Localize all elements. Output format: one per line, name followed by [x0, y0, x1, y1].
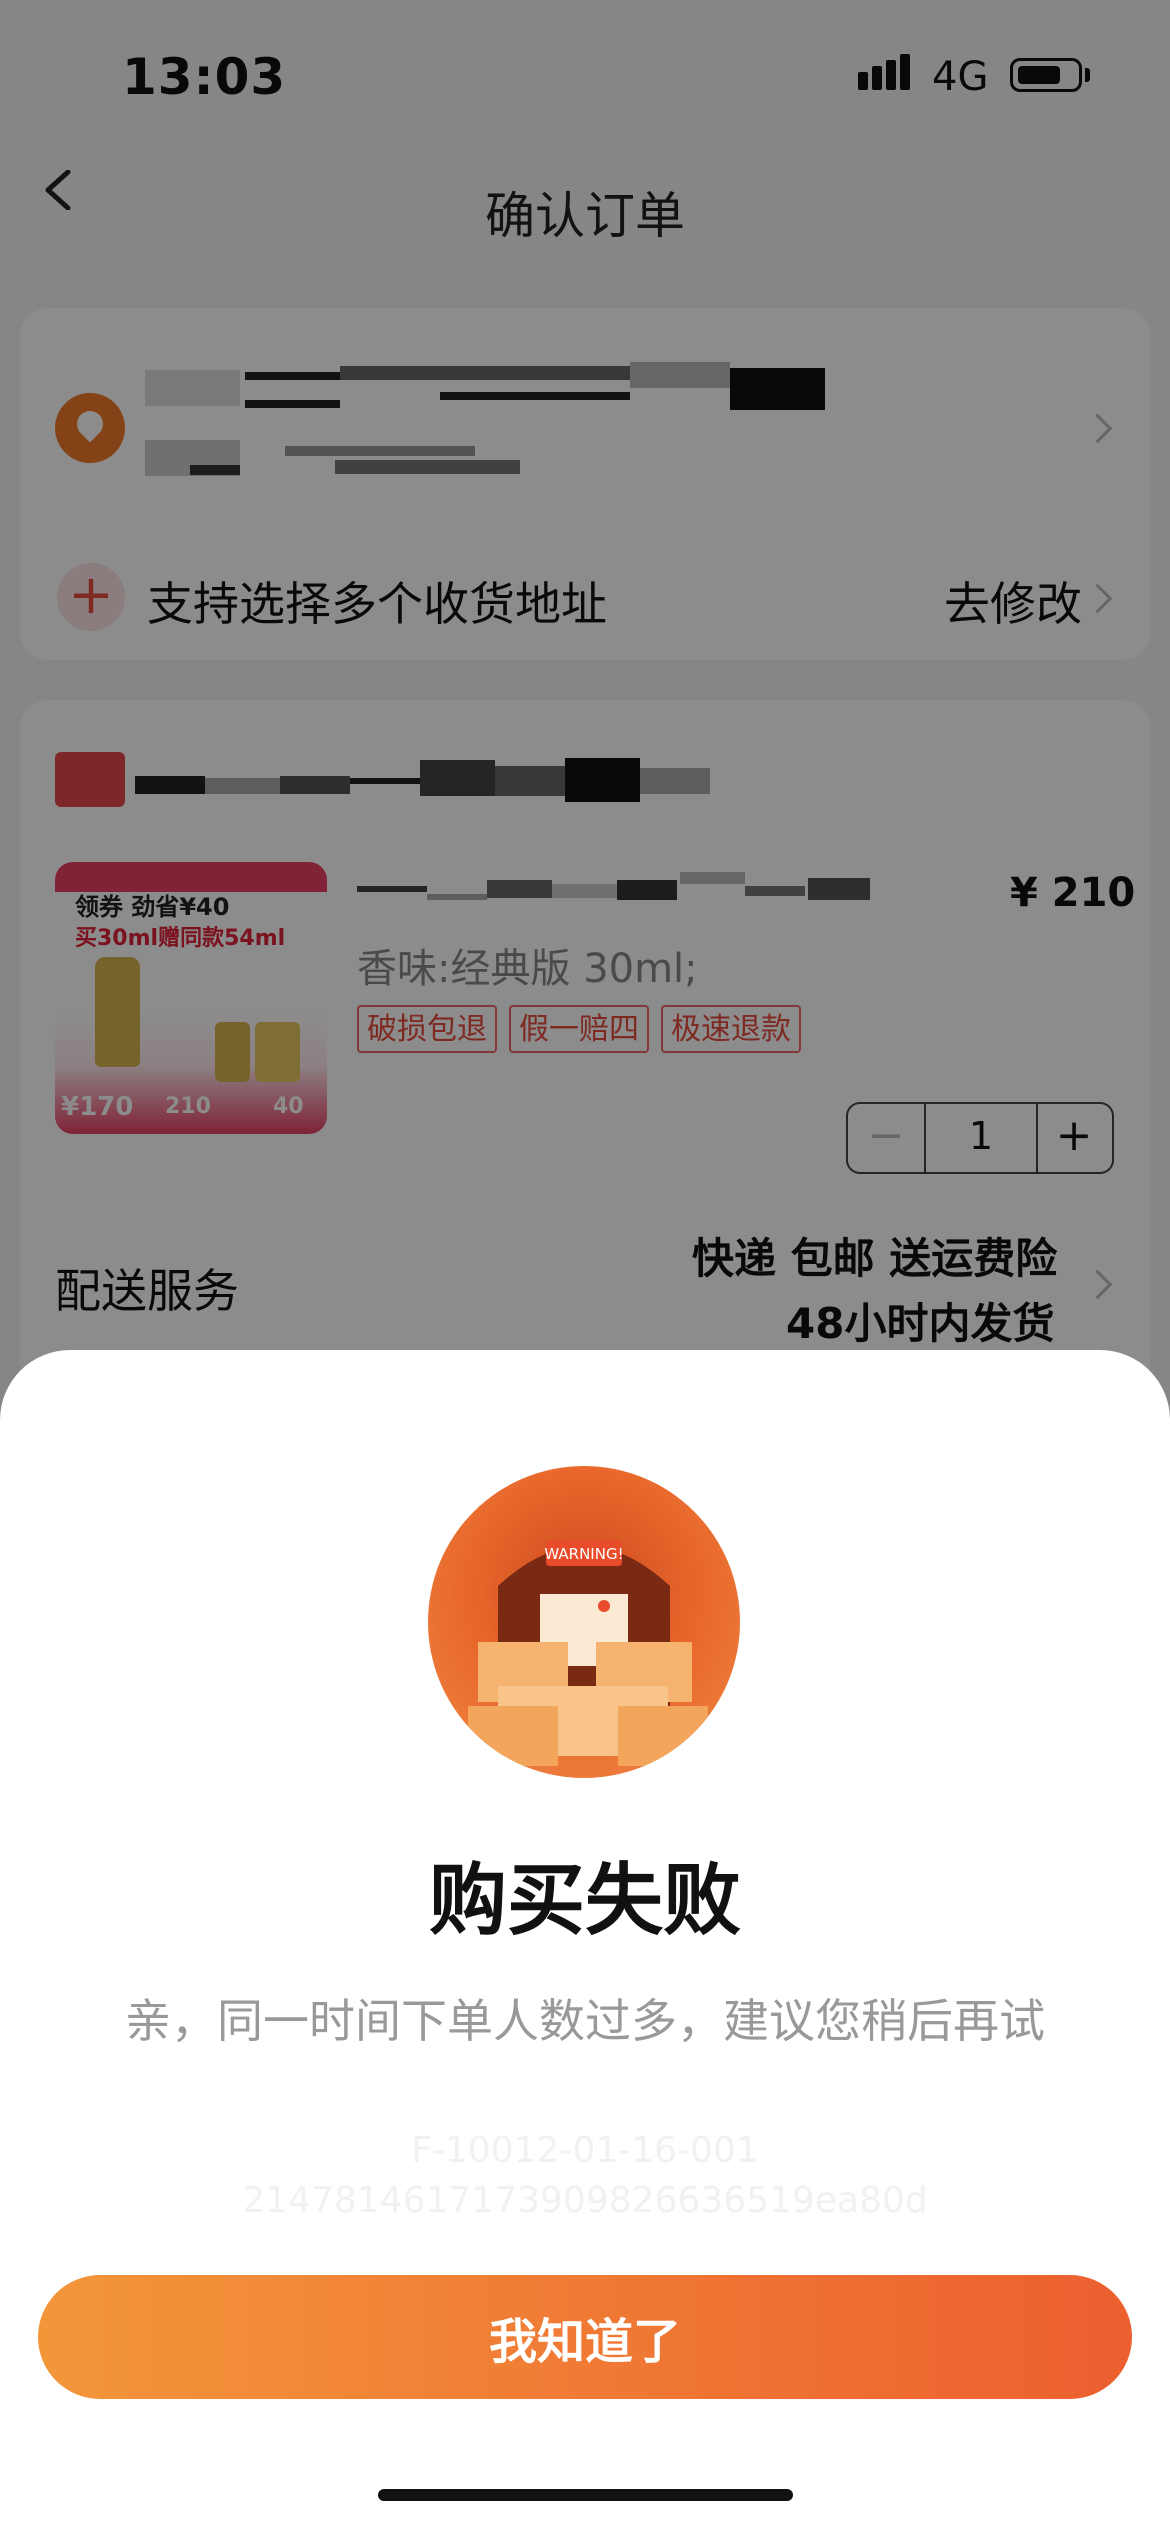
dialog-message: 亲，同一时间下单人数过多，建议您稍后再试 [125, 1994, 1045, 2048]
acknowledge-button[interactable]: 我知道了 [38, 2275, 1132, 2399]
warning-truck-icon: WARNING! [468, 1540, 708, 1766]
trace-id: 2147814617173909826636519ea80d [242, 2180, 928, 2221]
warning-banner-text: WARNING! [544, 1545, 623, 1563]
home-indicator[interactable] [378, 2489, 793, 2501]
error-code: F-10012-01-16-001 [411, 2130, 759, 2171]
dialog-title: 购买失败 [428, 1856, 741, 1946]
warning-illustration: WARNING! [428, 1466, 740, 1778]
